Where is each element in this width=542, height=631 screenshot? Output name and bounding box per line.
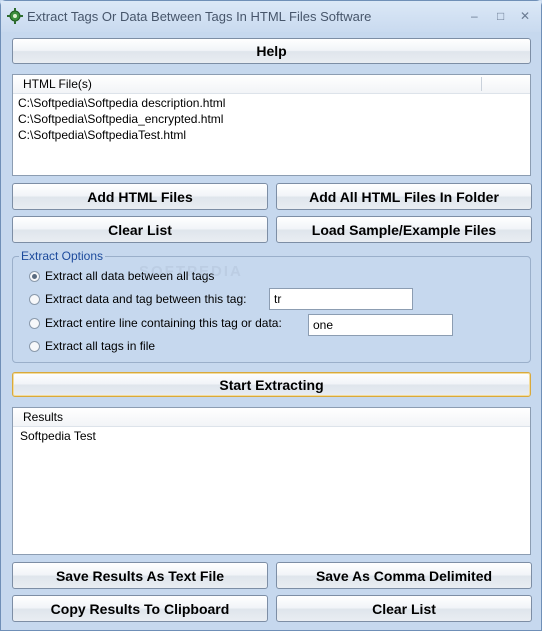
maximize-icon[interactable]: □	[497, 9, 504, 23]
radio-unchecked-icon	[29, 293, 40, 305]
radio-checked-icon	[29, 270, 40, 282]
clear-results-button[interactable]: Clear List	[276, 595, 532, 622]
option-all-tags-label: Extract all tags in file	[45, 339, 156, 353]
list-item[interactable]: C:\Softpedia\Softpedia description.html	[18, 95, 225, 111]
option-all-tags-radio[interactable]: Extract all tags in file	[29, 339, 155, 353]
help-button[interactable]: Help	[12, 38, 531, 64]
app-window: Extract Tags Or Data Between Tags In HTM…	[0, 0, 542, 631]
app-icon	[7, 8, 23, 24]
option-all-between-radio[interactable]: Extract all data between all tags	[29, 269, 214, 283]
html-files-list[interactable]: HTML File(s) C:\Softpedia\Softpedia desc…	[12, 74, 531, 176]
results-header: Results	[13, 408, 530, 427]
load-sample-files-button[interactable]: Load Sample/Example Files	[276, 216, 532, 243]
option-all-between-label: Extract all data between all tags	[45, 269, 215, 283]
radio-unchecked-icon	[29, 317, 40, 329]
option-entire-line-radio[interactable]: Extract entire line containing this tag …	[29, 316, 282, 330]
tag-input[interactable]	[269, 288, 413, 310]
title-bar: Extract Tags Or Data Between Tags In HTM…	[1, 1, 541, 32]
line-data-input[interactable]	[308, 314, 453, 336]
html-files-header-label: HTML File(s)	[23, 77, 92, 91]
list-item[interactable]: Softpedia Test	[20, 428, 96, 444]
clear-list-button[interactable]: Clear List	[12, 216, 268, 243]
extract-options-label: Extract Options	[19, 249, 106, 263]
save-results-text-button[interactable]: Save Results As Text File	[12, 562, 268, 589]
start-extracting-button[interactable]: Start Extracting	[12, 372, 531, 397]
list-item[interactable]: C:\Softpedia\Softpedia_encrypted.html	[18, 111, 225, 127]
column-separator	[481, 77, 482, 91]
option-data-and-tag-label: Extract data and tag between this tag:	[45, 292, 247, 306]
extract-options-group: Extract Options Extract all data between…	[12, 249, 531, 363]
add-all-in-folder-button[interactable]: Add All HTML Files In Folder	[276, 183, 532, 210]
add-html-files-button[interactable]: Add HTML Files	[12, 183, 268, 210]
radio-unchecked-icon	[29, 340, 40, 352]
minimize-icon[interactable]: –	[471, 9, 478, 23]
html-files-header: HTML File(s)	[13, 75, 530, 94]
window-title: Extract Tags Or Data Between Tags In HTM…	[27, 9, 372, 24]
save-comma-delimited-button[interactable]: Save As Comma Delimited	[276, 562, 532, 589]
results-header-label: Results	[23, 410, 64, 424]
copy-to-clipboard-button[interactable]: Copy Results To Clipboard	[12, 595, 268, 622]
close-icon[interactable]: ✕	[520, 9, 530, 23]
option-entire-line-label: Extract entire line containing this tag …	[45, 316, 282, 330]
option-data-and-tag-radio[interactable]: Extract data and tag between this tag:	[29, 292, 246, 306]
results-list[interactable]: Results Softpedia Test	[12, 407, 531, 555]
list-item[interactable]: C:\Softpedia\SoftpediaTest.html	[18, 127, 225, 143]
